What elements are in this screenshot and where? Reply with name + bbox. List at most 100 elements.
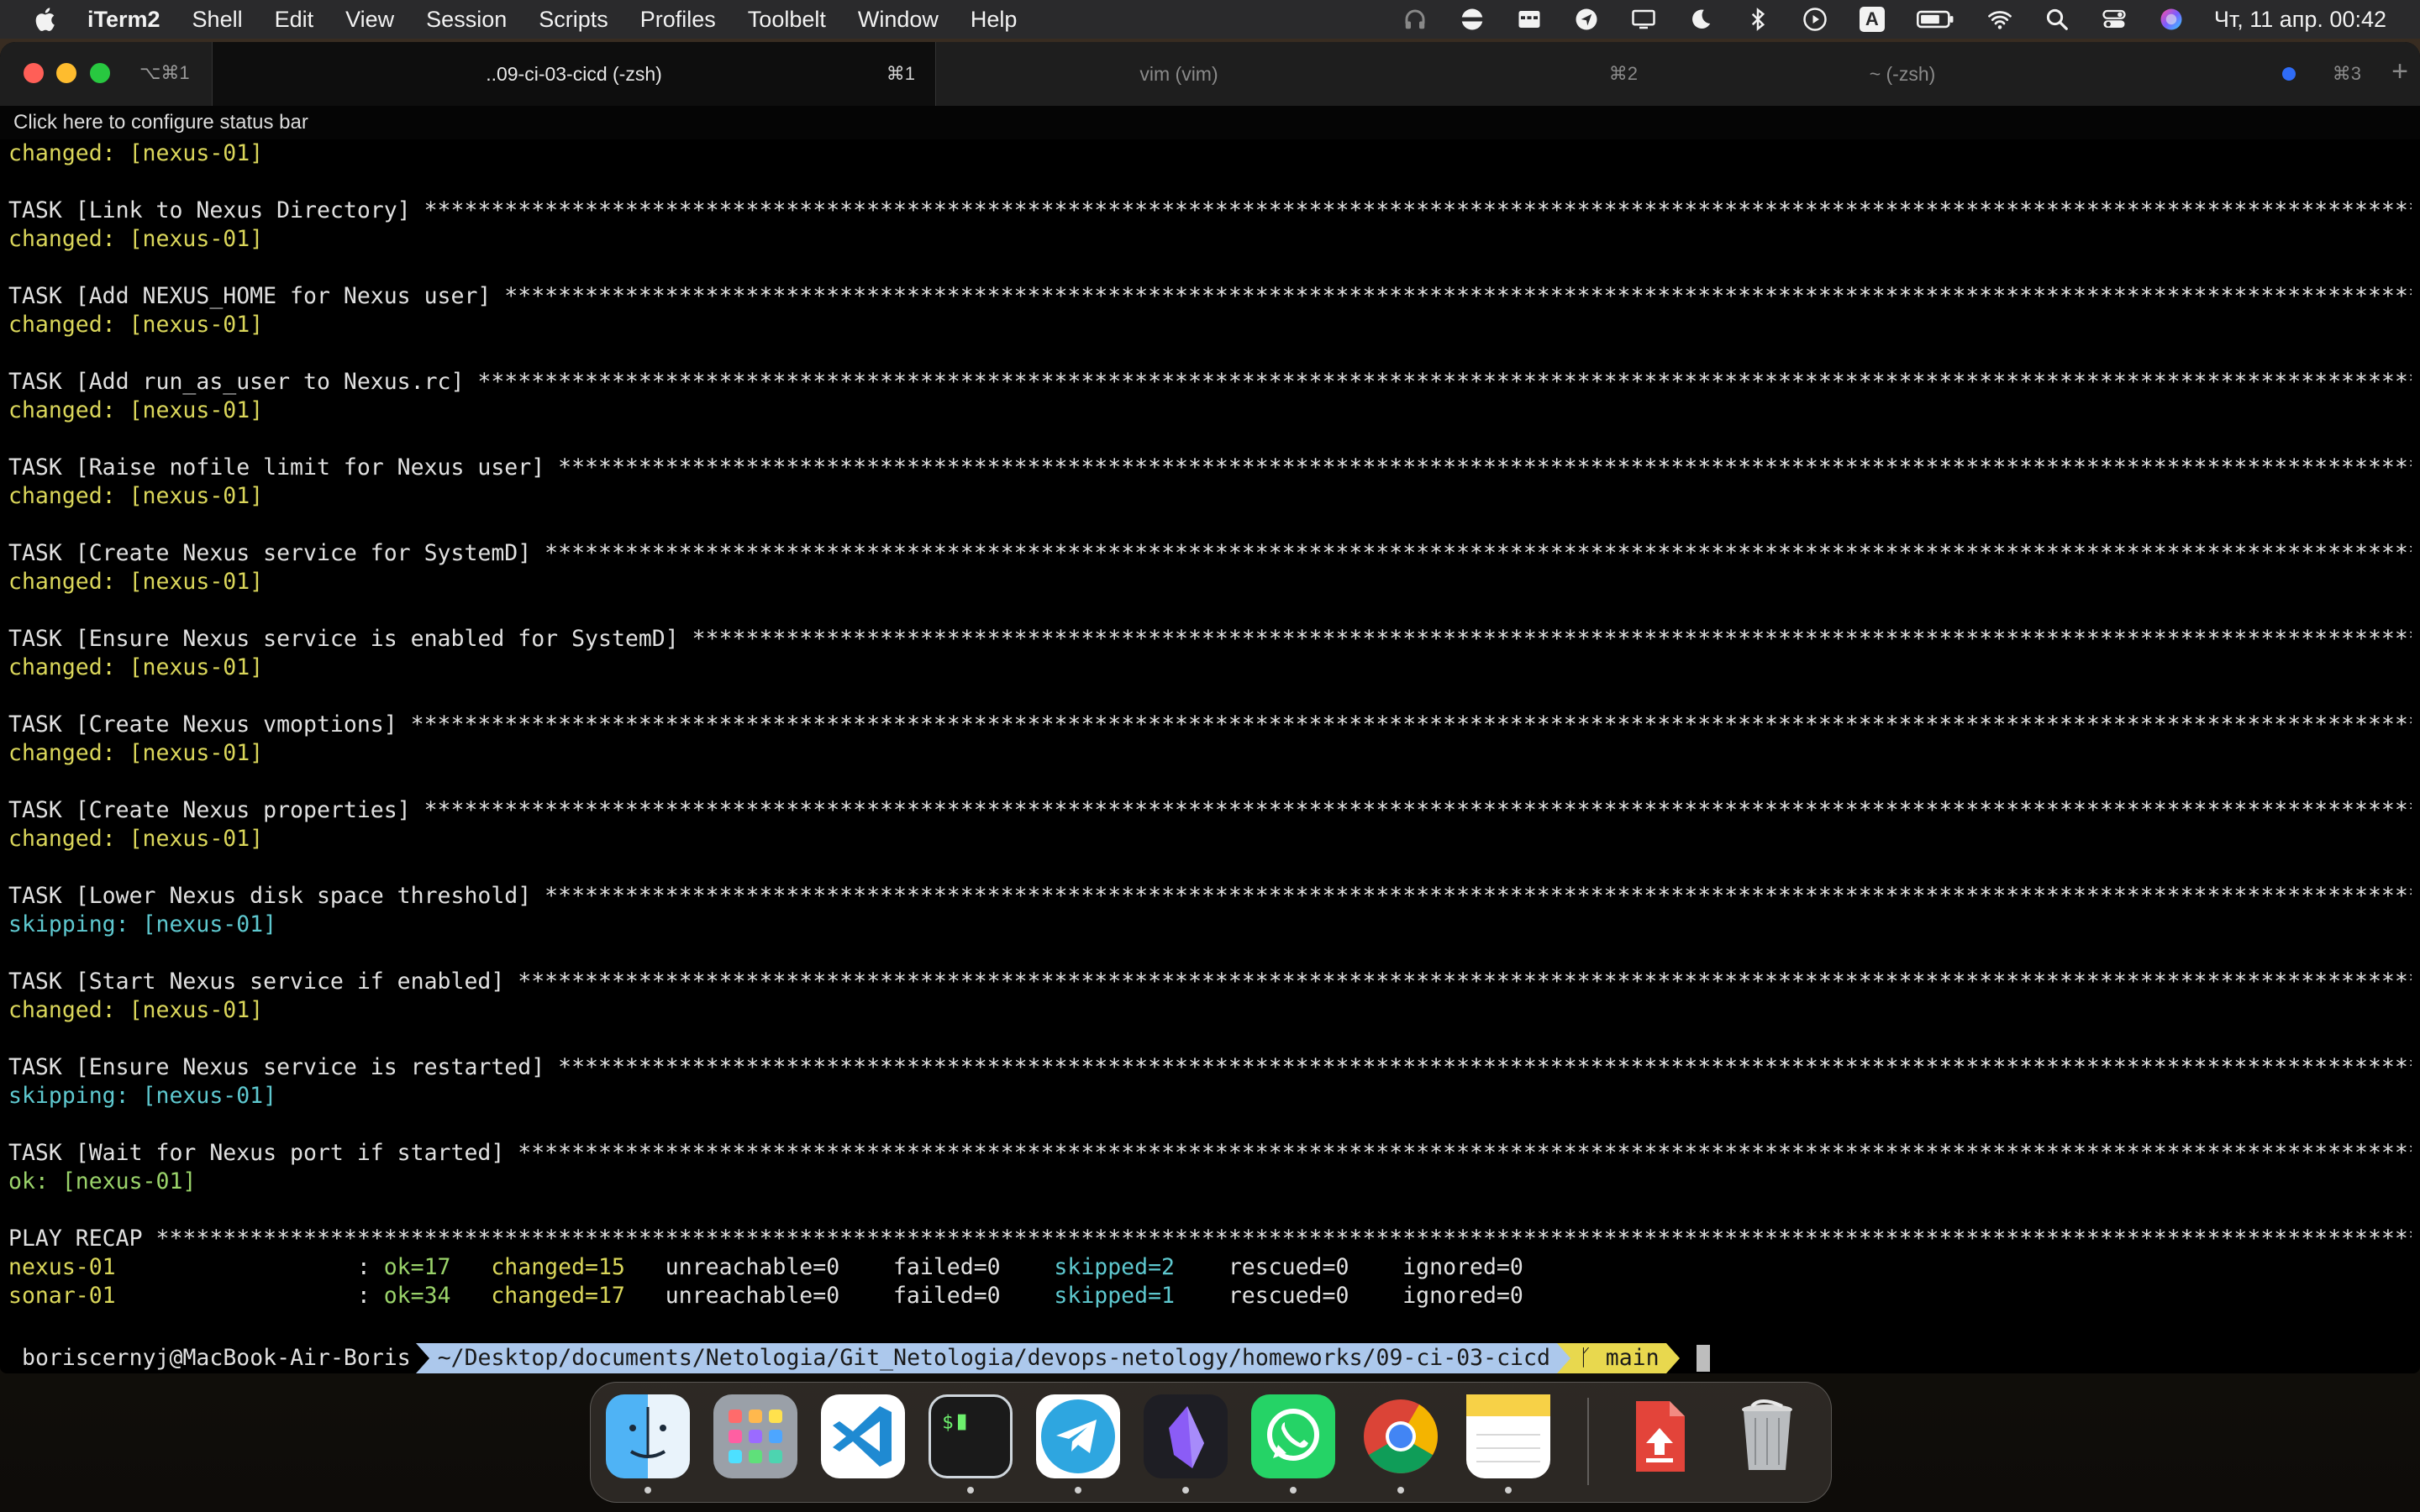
prompt-branch-name: main — [1591, 1345, 1660, 1371]
window-shortcut: ⌥⌘1 — [139, 62, 190, 83]
recap-rescued: rescued=0 — [1228, 1254, 1349, 1280]
iterm-icon[interactable]: $ — [929, 1394, 1013, 1478]
git-branch-icon: ᚴ — [1578, 1345, 1592, 1371]
menu-shell[interactable]: Shell — [192, 7, 243, 33]
chrome-icon[interactable] — [1359, 1394, 1443, 1478]
new-tab-button[interactable]: + — [2391, 55, 2408, 88]
recap-failed: failed=0 — [892, 1283, 1001, 1309]
tab-2-shortcut: ⌘2 — [1608, 63, 1638, 84]
tab-1[interactable]: ..09-ci-03-cicd (-zsh) ⌘1 — [212, 42, 936, 106]
task-header-line: TASK [Ensure Nexus service is enabled fo… — [8, 626, 2412, 652]
apple-icon[interactable] — [32, 5, 60, 34]
recap-ok: ok=34 — [383, 1283, 451, 1309]
recap-skipped: skipped=2 — [1054, 1254, 1175, 1280]
app-window-icon[interactable] — [1517, 7, 1542, 32]
shell-prompt[interactable]: boriscernyj@MacBook-Air-Boris ~/Desktop/… — [8, 1343, 1710, 1373]
tab-3-label: ~ (-zsh) — [1869, 63, 1936, 85]
recap-host: nexus-01 — [8, 1254, 116, 1280]
recap-skipped: skipped=1 — [1054, 1283, 1175, 1309]
menu-session[interactable]: Session — [426, 7, 507, 33]
menu-profiles[interactable]: Profiles — [640, 7, 716, 33]
headphones-icon[interactable] — [1402, 7, 1428, 32]
trash-icon[interactable] — [1725, 1394, 1809, 1478]
task-header-line: TASK [Create Nexus properties] *********… — [8, 797, 2412, 823]
tab-3-shortcut: ⌘3 — [2332, 63, 2361, 84]
task-header-line: TASK [Add run_as_user to Nexus.rc] *****… — [8, 369, 2412, 395]
telegram-running-indicator — [1075, 1487, 1081, 1494]
task-header-line: TASK [Lower Nexus disk space threshold] … — [8, 883, 2412, 909]
menubar-clock[interactable]: Чт, 11 апр. 00:42 — [2214, 7, 2386, 33]
notes-icon[interactable] — [1466, 1394, 1550, 1478]
iterm-window: ⌥⌘1 ..09-ci-03-cicd (-zsh) ⌘1 vim (vim) … — [0, 42, 2420, 1373]
task-result-line: changed: [nexus-01] — [8, 997, 264, 1023]
obsidian-icon[interactable] — [1144, 1394, 1228, 1478]
task-header-line: TASK [Wait for Nexus port if started] **… — [8, 1140, 2412, 1166]
tab-1-label: ..09-ci-03-cicd (-zsh) — [486, 63, 662, 85]
control-center-icon[interactable] — [2102, 7, 2127, 32]
menu-window[interactable]: Window — [858, 7, 939, 33]
recap-row: sonar-01: ok=34 changed=17 unreachable=0 fa… — [8, 1282, 2412, 1310]
finder-icon[interactable] — [606, 1394, 690, 1478]
recap-row: nexus-01: ok=17 changed=15 unreachable=0 fa… — [8, 1253, 2412, 1282]
wifi-icon[interactable] — [1987, 7, 2012, 32]
task-result-line: changed: [nexus-01] — [8, 654, 264, 680]
recap-host: sonar-01 — [8, 1283, 116, 1309]
play-icon[interactable] — [1802, 7, 1828, 32]
tab-bar: ⌥⌘1 ..09-ci-03-cicd (-zsh) ⌘1 vim (vim) … — [0, 42, 2420, 107]
terminal-output[interactable]: changed: [nexus-01] TASK [Link to Nexus D… — [8, 139, 2412, 1310]
whatsapp-running-indicator — [1290, 1487, 1297, 1494]
terminal-cursor — [1696, 1345, 1710, 1372]
siri-icon[interactable] — [2159, 7, 2184, 32]
recap-ignored: ignored=0 — [1402, 1254, 1523, 1280]
task-result-line: changed: [nexus-01] — [8, 312, 264, 338]
input-source-icon[interactable]: A — [1859, 7, 1885, 32]
task-header-line: TASK [Ensure Nexus service is restarted]… — [8, 1054, 2412, 1080]
recap-ok: ok=17 — [383, 1254, 451, 1280]
bluetooth-icon[interactable] — [1745, 7, 1770, 32]
dock-separator — [1587, 1398, 1589, 1485]
tab-2[interactable]: vim (vim) ⌘2 — [935, 42, 1658, 106]
recap-failed: failed=0 — [892, 1254, 1001, 1280]
iterm-running-indicator — [967, 1487, 974, 1494]
task-result-line: changed: [nexus-01] — [8, 569, 264, 595]
task-result-line: changed: [nexus-01] — [8, 140, 264, 166]
status-bar[interactable]: Click here to configure status bar — [0, 106, 2420, 139]
menu-app-name[interactable]: iTerm2 — [87, 7, 160, 33]
search-icon[interactable] — [2044, 7, 2070, 32]
tab-3[interactable]: ~ (-zsh) ⌘3 — [1659, 42, 2381, 106]
close-window-button[interactable] — [24, 63, 44, 83]
zoom-window-button[interactable] — [90, 63, 110, 83]
task-result-line: changed: [nexus-01] — [8, 226, 264, 252]
battery-icon[interactable] — [1916, 7, 1955, 32]
vpn-icon[interactable] — [1460, 7, 1485, 32]
task-result-line: changed: [nexus-01] — [8, 397, 264, 423]
whatsapp-icon[interactable] — [1251, 1394, 1335, 1478]
telegram-icon[interactable] — [1036, 1394, 1120, 1478]
notes-running-indicator — [1505, 1487, 1512, 1494]
minimize-window-button[interactable] — [56, 63, 76, 83]
downloads-stack-icon[interactable] — [1618, 1394, 1702, 1478]
recap-separator: : — [356, 1254, 384, 1280]
menu-help[interactable]: Help — [971, 7, 1018, 33]
display-icon[interactable] — [1631, 7, 1656, 32]
vscode-icon[interactable] — [821, 1394, 905, 1478]
prompt-user: boriscernyj@MacBook-Air-Boris — [8, 1343, 416, 1373]
svg-text:$: $ — [942, 1412, 954, 1434]
recap-ignored: ignored=0 — [1402, 1283, 1523, 1309]
menu-edit[interactable]: Edit — [275, 7, 314, 33]
moon-icon[interactable] — [1688, 7, 1713, 32]
menu-scripts[interactable]: Scripts — [539, 7, 608, 33]
dock: $ — [590, 1382, 1832, 1503]
navigation-icon[interactable] — [1574, 7, 1599, 32]
menu-toolbelt[interactable]: Toolbelt — [748, 7, 826, 33]
task-result-line: changed: [nexus-01] — [8, 740, 264, 766]
launchpad-icon[interactable] — [713, 1394, 797, 1478]
menu-view[interactable]: View — [345, 7, 394, 33]
